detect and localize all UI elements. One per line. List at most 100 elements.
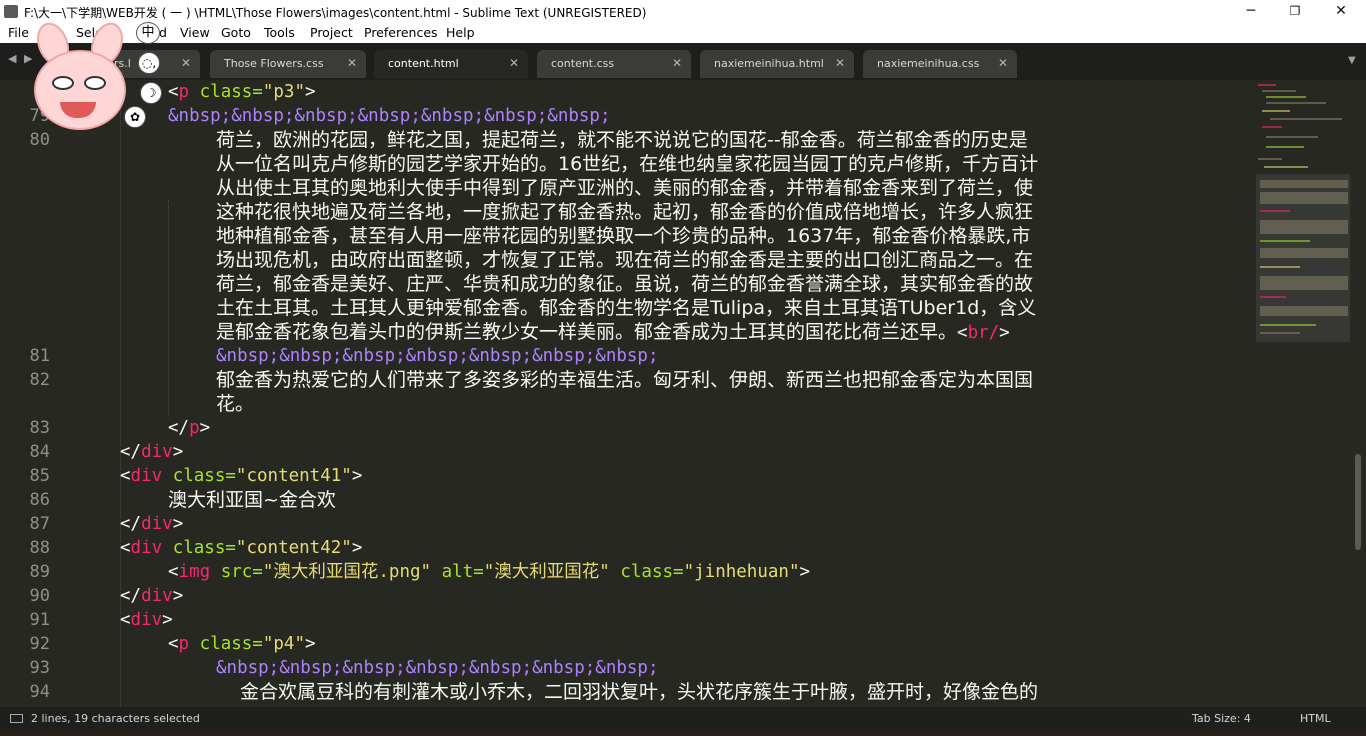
code-line-80-wrap: 土在土耳其。土耳其人更钟爱郁金香。郁金香的生物学名是Tulipa，来自土耳其语T… xyxy=(216,297,1037,319)
selection-status: 2 lines, 19 characters selected xyxy=(31,712,200,725)
minimap[interactable] xyxy=(1252,80,1350,707)
code-line-91: <div> xyxy=(120,610,173,630)
minimap-line xyxy=(1260,210,1290,212)
taskbar-edge xyxy=(0,729,1366,736)
scrollbar-thumb[interactable] xyxy=(1355,454,1361,550)
title-bar: F:\大一\下学期\WEB开发 ( 一 ) \HTML\Those Flower… xyxy=(0,0,1366,23)
menu-goto[interactable]: Goto xyxy=(221,25,251,40)
tab-close-icon[interactable]: ✕ xyxy=(509,56,519,70)
status-bar: 2 lines, 19 characters selected Tab Size… xyxy=(0,707,1366,729)
code-line-80-wrap: 荷兰，欧洲的花园，鲜花之国，提起荷兰，就不能不说说它的国花--郁金香。荷兰郁金香… xyxy=(216,129,1028,151)
minimap-block xyxy=(1260,220,1348,234)
code-line-80-wrap: 从一位名叫克卢修斯的园艺学家开始的。16世纪，在维也纳皇家花园当园丁的克卢修斯，… xyxy=(216,153,1039,175)
vertical-scrollbar[interactable] xyxy=(1352,80,1366,707)
code-line-88: <div class="content42"> xyxy=(120,538,363,558)
tab-content-css[interactable]: content.css ✕ xyxy=(537,50,691,78)
ime-toolbar[interactable]: 中 ◌, ☽ ✿ xyxy=(30,18,162,136)
code-line-79: &nbsp;&nbsp;&nbsp;&nbsp;&nbsp;&nbsp;&nbs… xyxy=(168,106,611,126)
code-line-92: <p class="p4"> xyxy=(168,634,316,654)
minimap-line xyxy=(1262,90,1296,92)
code-line-82-wrap: 郁金香为热爱它的人们带来了多姿多彩的幸福生活。匈牙利、伊朗、新西兰也把郁金香定为… xyxy=(216,369,1034,391)
code-line-90: </div> xyxy=(120,586,184,606)
minimap-line xyxy=(1258,84,1276,86)
minimap-line xyxy=(1262,126,1282,128)
tab-close-icon[interactable]: ✕ xyxy=(672,56,682,70)
menu-bar: File Sele d View Goto Tools Project Pref… xyxy=(0,23,1366,43)
minimap-line xyxy=(1260,266,1300,268)
minimap-line xyxy=(1262,110,1290,112)
menu-help[interactable]: Help xyxy=(446,25,475,40)
minimap-line xyxy=(1260,296,1286,298)
ime-punctuation-button[interactable]: ◌, xyxy=(138,52,160,74)
mascot-face-icon[interactable] xyxy=(34,50,126,130)
minimap-line xyxy=(1266,136,1318,138)
code-line-82-wrap: 花。 xyxy=(216,393,255,415)
tab-content-html[interactable]: content.html ✕ xyxy=(374,50,528,78)
sublime-app-icon xyxy=(4,5,18,18)
code-line-78: <p class="p3"> xyxy=(168,82,316,102)
menu-project[interactable]: Project xyxy=(310,25,353,40)
mascot-eye-icon xyxy=(84,76,106,90)
minimap-block xyxy=(1260,192,1348,204)
minimap-block xyxy=(1260,248,1348,258)
minimize-button[interactable]: ─ xyxy=(1228,0,1274,23)
minimap-line xyxy=(1266,96,1306,98)
menu-tools[interactable]: Tools xyxy=(264,25,295,40)
minimap-line xyxy=(1270,118,1342,120)
ime-mode-button[interactable]: 中 xyxy=(136,22,160,44)
code-line-81: &nbsp;&nbsp;&nbsp;&nbsp;&nbsp;&nbsp;&nbs… xyxy=(216,346,659,366)
close-button[interactable]: ✕ xyxy=(1318,0,1364,23)
tab-naxiemeinihua-html[interactable]: naxiemeinihua.html ✕ xyxy=(700,50,854,78)
code-line-87: </div> xyxy=(120,514,184,534)
code-text[interactable]: <p class="p3"> &nbsp;&nbsp;&nbsp;&nbsp;&… xyxy=(0,80,1252,707)
menu-find[interactable]: d xyxy=(159,25,167,40)
tab-close-icon[interactable]: ✕ xyxy=(181,56,191,70)
mascot-eye-icon xyxy=(52,76,74,90)
code-line-80-wrap: 场出现危机，由政府出面整顿，才恢复了正常。现在荷兰的郁金香是主要的出口创汇商品之… xyxy=(216,249,1034,271)
tab-size-selector[interactable]: Tab Size: 4 xyxy=(1192,712,1251,725)
tab-label: content.css xyxy=(551,57,615,70)
code-line-80-wrap: 地种植郁金香，甚至有人用一座带花园的别墅换取一个珍贵的品种。1637年，郁金香价… xyxy=(216,225,1031,247)
code-line-94: 金合欢属豆科的有刺灌木或小乔木，二回羽状复叶，头状花序簇生于叶腋，盛开时，好像金… xyxy=(240,681,1039,703)
minimap-line xyxy=(1266,146,1304,148)
tab-nav-left-icon[interactable]: ◀ xyxy=(8,52,16,65)
minimap-line xyxy=(1260,240,1310,242)
menu-file[interactable]: File xyxy=(8,25,29,40)
code-line-84: </div> xyxy=(120,442,184,462)
tab-close-icon[interactable]: ✕ xyxy=(835,56,845,70)
code-line-89: <img src="澳大利亚国花.png" alt="澳大利亚国花" class… xyxy=(168,562,811,582)
minimap-line xyxy=(1258,158,1282,160)
tab-label: naxiemeinihua.html xyxy=(714,57,824,70)
minimap-line xyxy=(1260,324,1316,326)
code-line-83: </p> xyxy=(168,418,211,438)
code-line-80-wrap: 荷兰，郁金香是美好、庄严、华贵和成功的象征。虽说，荷兰的郁金香誉满全球，其实郁金… xyxy=(216,273,1034,295)
ime-skin-button[interactable]: ✿ xyxy=(124,106,146,128)
panel-toggle-icon[interactable] xyxy=(10,714,23,723)
minimap-line xyxy=(1266,102,1326,104)
minimap-block xyxy=(1260,306,1348,316)
tab-naxiemeinihua-css[interactable]: naxiemeinihua.css ✕ xyxy=(863,50,1017,78)
minimap-line xyxy=(1264,166,1308,168)
maximize-button[interactable]: ❐ xyxy=(1272,0,1318,23)
code-line-80-wrap: 是郁金香花象包着头巾的伊斯兰教少女一样美丽。郁金香成为土耳其的国花比荷兰还早。<… xyxy=(216,321,1010,343)
indent-guide xyxy=(168,200,169,416)
tab-those-flowers-css[interactable]: Those Flowers.css ✕ xyxy=(210,50,366,78)
code-line-80-wrap: 这种花很快地遍及荷兰各地，一度掀起了郁金香热。起初，郁金香的价值成倍地增长，许多… xyxy=(216,201,1034,223)
tab-label: Those Flowers.css xyxy=(224,57,324,70)
ime-moon-button[interactable]: ☽ xyxy=(140,82,162,104)
code-line-86: 澳大利亚国~金合欢 xyxy=(168,489,336,511)
tab-close-icon[interactable]: ✕ xyxy=(347,56,357,70)
tab-label: naxiemeinihua.css xyxy=(877,57,980,70)
tab-close-icon[interactable]: ✕ xyxy=(998,56,1008,70)
menu-view[interactable]: View xyxy=(180,25,210,40)
code-line-80-wrap: 从出使土耳其的奥地利大使手中得到了原产亚洲的、美丽的郁金香，并带着郁金香来到了荷… xyxy=(216,177,1034,199)
tab-dropdown-icon[interactable]: ▼ xyxy=(1348,55,1356,66)
menu-preferences[interactable]: Preferences xyxy=(364,25,438,40)
minimap-block xyxy=(1260,276,1348,290)
syntax-selector[interactable]: HTML xyxy=(1300,712,1331,725)
tab-label: content.html xyxy=(388,57,459,70)
code-line-85: <div class="content41"> xyxy=(120,466,363,486)
minimap-line xyxy=(1260,332,1300,334)
editor-area[interactable]: 7 79 80 81 82 83 84 85 86 87 88 89 90 91… xyxy=(0,80,1366,707)
minimap-block xyxy=(1260,180,1348,188)
